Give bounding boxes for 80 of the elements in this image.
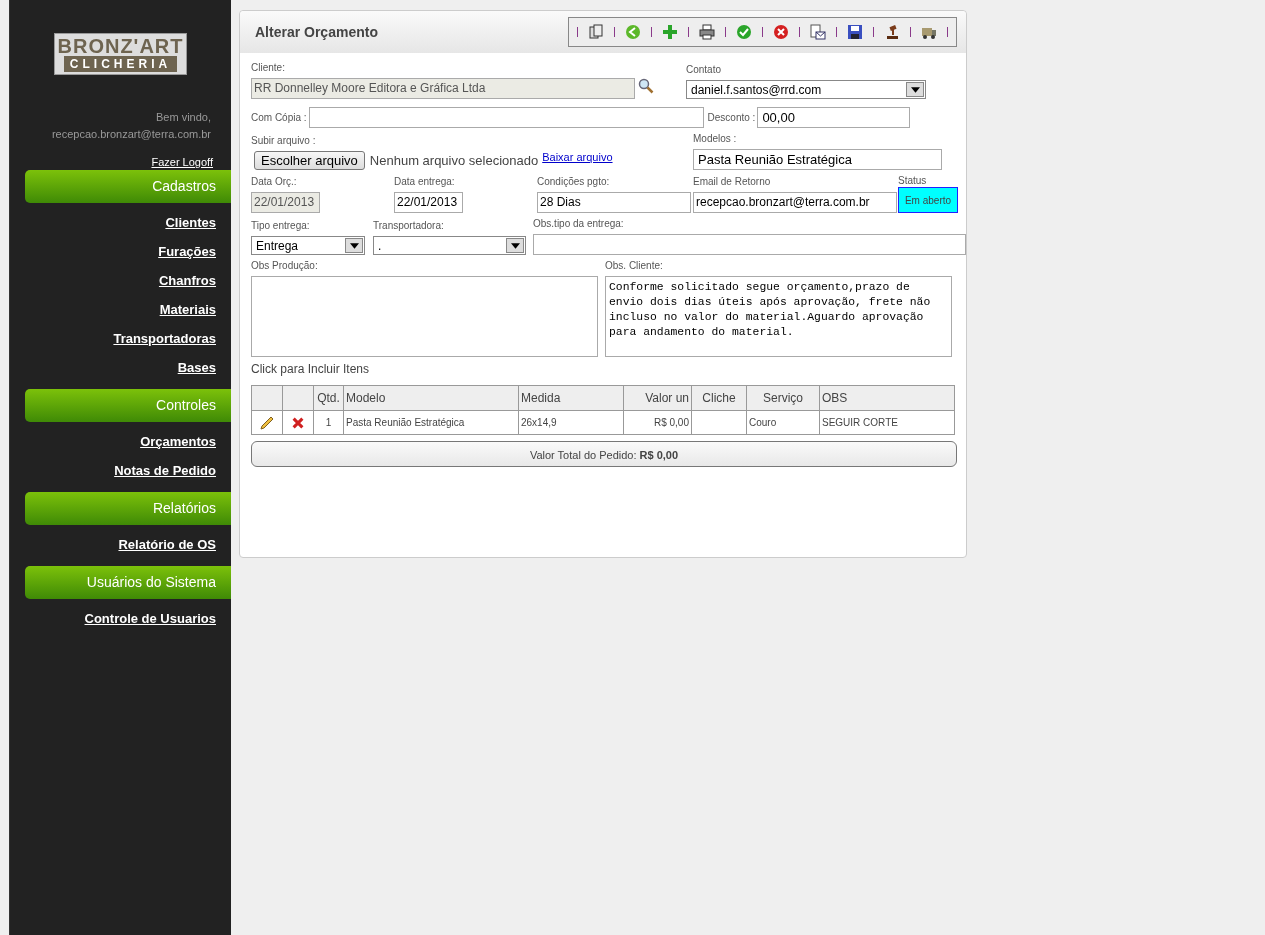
menu-link[interactable]: Clientes — [165, 215, 216, 232]
file-status: Nenhum arquivo selecionado — [369, 153, 539, 168]
contact-dropdown[interactable]: daniel.f.santos@rrd.com — [686, 80, 926, 99]
menu-link[interactable]: Furações — [158, 244, 216, 261]
caret-icon — [910, 86, 920, 93]
user-email: recepcao.bronzart@terra.com.br — [51, 127, 211, 142]
field-label: Obs.tipo da entrega: — [533, 218, 625, 230]
field-label: Data entrega: — [394, 176, 456, 188]
payment-terms-field[interactable]: 28 Dias — [537, 192, 691, 213]
production-notes-field[interactable] — [251, 276, 598, 357]
discount-field[interactable]: 00,00 — [757, 107, 911, 128]
field-label: Tipo entrega: — [251, 220, 311, 232]
save-icon[interactable] — [847, 24, 863, 40]
gavel-icon[interactable] — [884, 24, 900, 40]
client-field[interactable]: RR Donnelley Moore Editora e Gráfica Ltda — [251, 78, 635, 99]
field-label: Contato — [686, 64, 723, 76]
field-label: Obs Produção: — [251, 260, 319, 272]
caret-icon — [510, 242, 520, 249]
menu-link[interactable]: Orçamentos — [140, 434, 216, 451]
field-label: Obs. Cliente: — [605, 260, 664, 272]
pencil-icon[interactable] — [259, 414, 275, 431]
field-label: Condições pgto: — [537, 176, 611, 188]
delivery-notes-field[interactable] — [533, 234, 966, 255]
logo-subtitle: CLICHERIA — [63, 56, 178, 72]
column-header: Modelo — [343, 385, 519, 411]
field-label: Transportadora: — [373, 220, 445, 232]
client-notes-field[interactable]: Conforme solicitado segue orçamento,prazo de envio dois dias úteis após aprovação, frete não incluso no valor do material.Aguardo aprovação para andamento do material. — [605, 276, 952, 357]
close-circle-icon[interactable] — [773, 24, 789, 40]
caret-icon — [349, 242, 359, 249]
field-label: Com Cópia : — [251, 111, 307, 124]
table-cell: Pasta Reunião Estratégica — [343, 410, 519, 435]
download-link[interactable]: Baixar arquivo — [542, 151, 613, 163]
logo-text: BRONZ'ART — [57, 36, 184, 56]
column-header: OBS — [819, 385, 955, 411]
field-label: Modelos : — [693, 133, 738, 145]
table-cell: R$ 0,00 — [623, 410, 692, 435]
cc-field[interactable] — [308, 107, 704, 128]
menu-link[interactable]: Bases — [177, 360, 216, 377]
column-header: Serviço — [746, 385, 820, 411]
field-label: Status — [898, 175, 928, 187]
table-cell: 26x14,9 — [518, 410, 624, 435]
choose-file-button[interactable]: Escolher arquivo — [254, 151, 365, 170]
welcome-text: Bem vindo, — [155, 110, 211, 125]
field-label: Subir arquivo : — [251, 135, 317, 147]
table-cell: Couro — [746, 410, 820, 435]
menu-link[interactable]: Notas de Pedido — [114, 463, 216, 480]
table-cell: 1 — [313, 410, 344, 435]
quote-date-field[interactable]: 22/01/2013 — [251, 192, 320, 213]
field-label: Desconto : — [707, 111, 756, 124]
search-icon[interactable] — [638, 77, 654, 94]
printer-icon[interactable] — [699, 24, 715, 40]
delivery-date-field[interactable]: 22/01/2013 — [394, 192, 463, 213]
menu-link[interactable]: Controle de Usuarios — [84, 611, 216, 628]
field-label: Cliente: — [251, 62, 286, 74]
panel-title: Alterar Orçamento — [255, 24, 378, 40]
table-cell: SEGUIR CORTE — [819, 410, 955, 435]
carrier-dropdown[interactable]: . — [373, 236, 526, 255]
menu-link[interactable]: Chanfros — [158, 273, 216, 290]
menu-link[interactable]: Transportadoras — [113, 331, 216, 348]
column-header: Valor un — [623, 385, 692, 411]
table-cell — [691, 410, 747, 435]
document-mail-icon[interactable] — [810, 24, 826, 40]
include-items-text[interactable]: Click para Incluir Itens — [251, 362, 966, 376]
models-field[interactable]: Pasta Reunião Estratégica — [693, 149, 942, 170]
check-icon[interactable] — [736, 24, 752, 40]
logoff-link[interactable]: Fazer Logoff — [151, 156, 213, 168]
field-label: Email de Retorno — [693, 176, 772, 188]
column-header: Qtd. — [313, 385, 344, 411]
delete-icon[interactable] — [291, 415, 305, 430]
plus-icon[interactable] — [662, 24, 678, 40]
order-total: Valor Total do Pedido: R$ 0,00 — [251, 441, 957, 467]
column-header: Cliche — [691, 385, 747, 411]
column-header: Medida — [518, 385, 624, 411]
menu-link[interactable]: Materiais — [159, 302, 216, 319]
return-email-field[interactable]: recepcao.bronzart@terra.com.br — [693, 192, 897, 213]
delivery-type-dropdown[interactable]: Entrega — [251, 236, 365, 255]
copy-icon[interactable] — [588, 24, 604, 40]
field-label: Data Orç.: — [251, 176, 298, 188]
menu-link[interactable]: Relatório de OS — [118, 537, 216, 554]
status-badge: Em aberto — [898, 187, 958, 213]
